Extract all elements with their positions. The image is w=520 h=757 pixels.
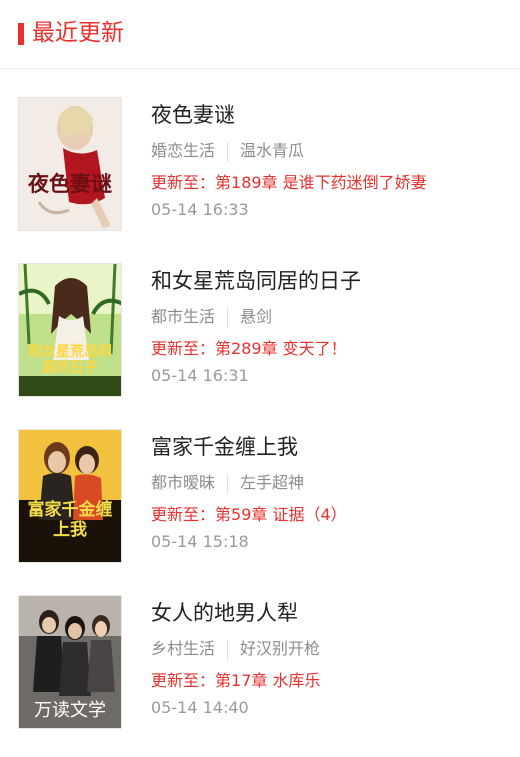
book-item[interactable]: 和女星荒岛同居的日子 和女星荒岛同居的日子 都市生活 悬剑 更新至：第289章 变…	[0, 235, 520, 401]
book-author: 温水青瓜	[240, 141, 305, 160]
meta-divider	[227, 473, 229, 494]
update-prefix: 更新至：	[151, 339, 216, 358]
watermark-caption: 万读文学	[34, 700, 106, 721]
latest-chapter[interactable]: 更新至：第17章 水库乐	[151, 670, 510, 692]
update-prefix: 更新至：	[151, 671, 216, 690]
book-category: 都市暧昧	[151, 473, 216, 492]
book-meta: 婚恋生活 温水青瓜	[151, 139, 510, 163]
chapter-title: 第59章 证据（4）	[215, 505, 347, 524]
book-item[interactable]: 夜色妻谜 夜色妻谜 婚恋生活 温水青瓜 更新至：第189章 是谁下药迷倒了娇妻 0…	[0, 69, 520, 235]
book-meta: 乡村生活 好汉别开枪	[151, 637, 510, 661]
book-cover[interactable]: 和女星荒岛同居的日子	[18, 263, 122, 397]
section-header: 最近更新	[0, 0, 520, 69]
book-item[interactable]: 万读文学 女人的地男人犁 乡村生活 好汉别开枪 更新至：第17章 水库乐 05-1…	[0, 567, 520, 733]
section-accent-bar	[18, 23, 24, 45]
cover-title: 和女星荒岛同居的日子	[28, 344, 112, 376]
cover-art	[19, 98, 121, 230]
cover-art	[19, 264, 121, 396]
book-cover[interactable]: 夜色妻谜	[18, 97, 122, 231]
book-cover[interactable]: 万读文学	[18, 595, 122, 729]
book-author: 好汉别开枪	[240, 639, 321, 658]
book-category: 都市生活	[151, 307, 216, 326]
book-info: 富家千金缠上我 都市暧昧 左手超神 更新至：第59章 证据（4） 05-14 15…	[151, 431, 510, 553]
book-title[interactable]: 和女星荒岛同居的日子	[151, 265, 510, 297]
book-list: 夜色妻谜 夜色妻谜 婚恋生活 温水青瓜 更新至：第189章 是谁下药迷倒了娇妻 0…	[0, 69, 520, 733]
meta-divider	[227, 639, 229, 660]
update-prefix: 更新至：	[151, 505, 216, 524]
book-meta: 都市暧昧 左手超神	[151, 471, 510, 495]
meta-divider	[227, 307, 229, 328]
latest-chapter[interactable]: 更新至：第189章 是谁下药迷倒了娇妻	[151, 172, 510, 194]
book-author: 悬剑	[240, 307, 273, 326]
book-author: 左手超神	[240, 473, 305, 492]
meta-divider	[227, 141, 229, 162]
section-title: 最近更新	[32, 20, 124, 46]
book-info: 夜色妻谜 婚恋生活 温水青瓜 更新至：第189章 是谁下药迷倒了娇妻 05-14 …	[151, 99, 510, 221]
book-meta: 都市生活 悬剑	[151, 305, 510, 329]
latest-chapter[interactable]: 更新至：第289章 变天了！	[151, 338, 510, 360]
update-prefix: 更新至：	[151, 173, 216, 192]
book-title[interactable]: 夜色妻谜	[151, 99, 510, 131]
book-category: 乡村生活	[151, 639, 216, 658]
cover-title: 夜色妻谜	[28, 171, 112, 196]
chapter-title: 第289章 变天了！	[215, 339, 347, 358]
update-time: 05-14 16:31	[151, 366, 249, 385]
update-time: 05-14 15:18	[151, 532, 249, 551]
book-title[interactable]: 富家千金缠上我	[151, 431, 510, 463]
book-category: 婚恋生活	[151, 141, 216, 160]
latest-chapter[interactable]: 更新至：第59章 证据（4）	[151, 504, 510, 526]
book-info: 和女星荒岛同居的日子 都市生活 悬剑 更新至：第289章 变天了！ 05-14 1…	[151, 265, 510, 387]
book-info: 女人的地男人犁 乡村生活 好汉别开枪 更新至：第17章 水库乐 05-14 14:…	[151, 597, 510, 719]
update-time: 05-14 14:40	[151, 698, 249, 717]
book-item[interactable]: 富家千金缠上我 富家千金缠上我 都市暧昧 左手超神 更新至：第59章 证据（4） …	[0, 401, 520, 567]
update-time: 05-14 16:33	[151, 200, 249, 219]
cover-title: 富家千金缠上我	[27, 500, 113, 540]
cover-art	[19, 430, 121, 562]
book-title[interactable]: 女人的地男人犁	[151, 597, 510, 629]
chapter-title: 第189章 是谁下药迷倒了娇妻	[215, 173, 427, 192]
book-cover[interactable]: 富家千金缠上我	[18, 429, 122, 563]
chapter-title: 第17章 水库乐	[215, 671, 321, 690]
